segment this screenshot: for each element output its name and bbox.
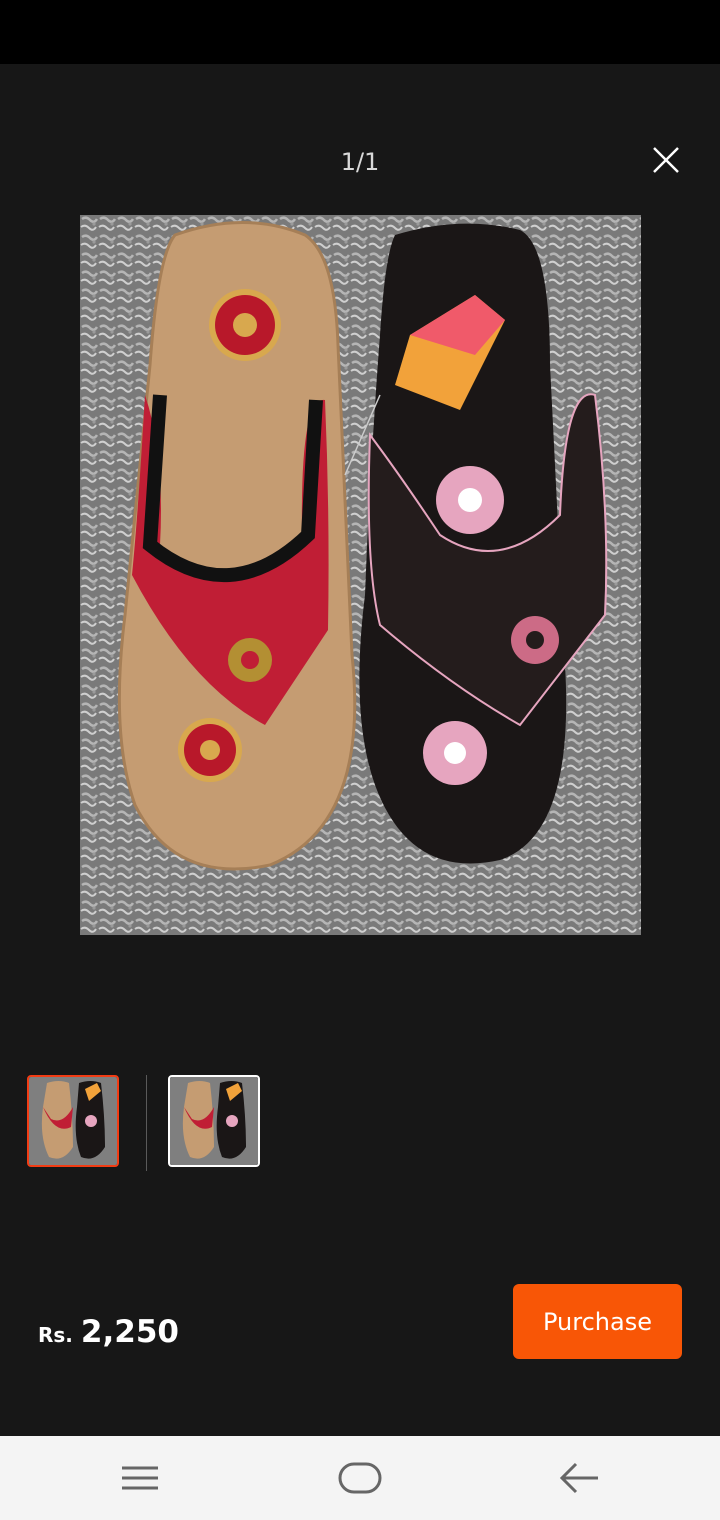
product-thumbnail-1[interactable] [27,1075,119,1167]
thumbnail-divider [146,1075,147,1171]
purchase-button[interactable]: Purchase [513,1284,682,1359]
system-navigation-bar [0,1436,720,1520]
price-amount: 2,250 [80,1314,179,1350]
status-bar [0,0,720,64]
back-button[interactable] [550,1456,610,1500]
back-icon [559,1462,598,1494]
close-button[interactable] [646,140,686,180]
image-counter: 1/1 [340,148,380,176]
menu-icon [122,1466,158,1490]
home-icon [338,1462,382,1494]
product-photo[interactable] [80,215,641,935]
close-icon [653,147,679,173]
menu-button[interactable] [110,1456,170,1500]
price-display: Rs. 2,250 [38,1314,179,1350]
home-button[interactable] [330,1456,390,1500]
currency-label: Rs. [38,1323,73,1347]
product-thumbnail-2[interactable] [168,1075,260,1167]
